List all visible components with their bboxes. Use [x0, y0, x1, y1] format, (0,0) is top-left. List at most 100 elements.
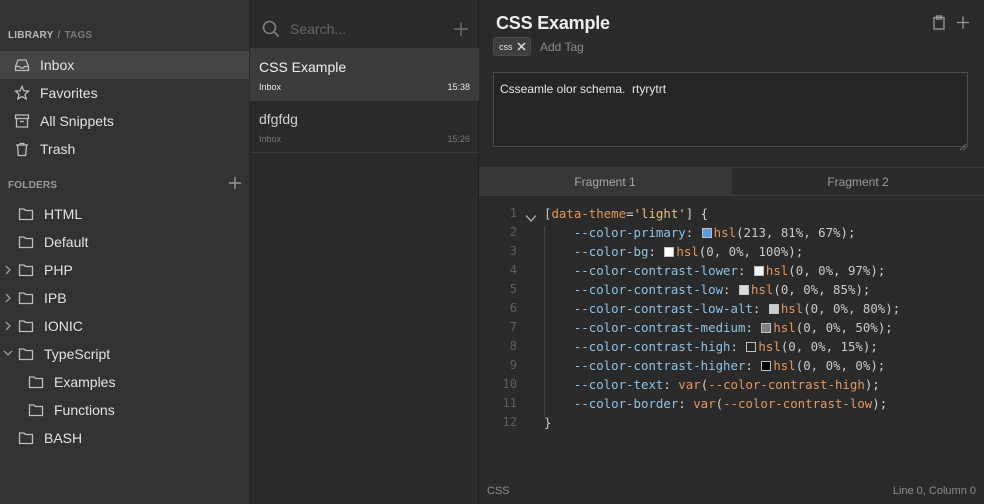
chevron-down-icon[interactable]	[3, 349, 13, 357]
language-indicator[interactable]: CSS	[487, 485, 510, 497]
folder-icon	[28, 374, 44, 390]
code-punct: (	[715, 396, 724, 411]
code-punct: );	[840, 225, 856, 240]
sidebar-item-inbox[interactable]: Inbox	[0, 51, 249, 79]
folder-item-default[interactable]: Default	[0, 228, 249, 256]
code-property: --color-border	[573, 396, 679, 411]
code-text: --color-contrast-higher: hsl(0, 0%, 0%);	[544, 356, 885, 375]
chevron-down-icon[interactable]	[525, 209, 537, 223]
folder-icon	[18, 234, 34, 250]
folder-item-ipb[interactable]: IPB	[0, 284, 249, 312]
sidebar-item-label: Inbox	[40, 57, 75, 73]
add-folder-icon[interactable]	[228, 176, 242, 190]
folder-item-examples[interactable]: Examples	[0, 368, 249, 396]
color-swatch[interactable]	[768, 304, 779, 314]
editor-actions	[932, 15, 970, 35]
folder-icon	[18, 346, 34, 362]
line-number: 10	[502, 377, 517, 391]
code-function: hsl	[780, 301, 804, 316]
folder-label: PHP	[44, 262, 73, 278]
line-number: 7	[509, 320, 517, 334]
color-swatch[interactable]	[761, 323, 772, 333]
add-tag-input[interactable]	[540, 40, 630, 54]
code-args: 0, 0%, 85%	[780, 282, 856, 297]
sidebar: LIBRARY / TAGS Inbox Favorites All Snippet…	[0, 0, 250, 504]
code-function: var	[678, 377, 701, 392]
folder-icon	[18, 430, 34, 446]
code-variable: --color-contrast-low	[723, 396, 873, 411]
code-editor[interactable]: 1 [data-theme='light'] {2 --color-primary…	[479, 204, 984, 444]
close-icon[interactable]	[516, 42, 526, 51]
code-text: [data-theme='light'] {	[544, 204, 708, 223]
chevron-right-icon[interactable]	[4, 293, 12, 303]
inbox-icon	[14, 57, 30, 73]
color-swatch[interactable]	[664, 247, 675, 257]
line-number: 2	[509, 225, 517, 239]
color-swatch[interactable]	[753, 266, 764, 276]
code-property: --color-contrast-high	[573, 339, 731, 354]
code-text: --color-contrast-medium: hsl(0, 0%, 50%)…	[544, 318, 893, 337]
folders-heading: FOLDERS	[8, 180, 58, 191]
tab-fragment-2[interactable]: Fragment 2	[731, 168, 984, 195]
code-punct: :	[663, 377, 679, 392]
sidebar-header: LIBRARY / TAGS	[8, 30, 92, 41]
snippet-list-item[interactable]: CSS Example Inbox 15:38	[250, 49, 479, 101]
sidebar-item-all-snippets[interactable]: All Snippets	[0, 107, 249, 135]
color-swatch[interactable]	[738, 285, 749, 295]
code-punct: );	[885, 301, 901, 316]
code-variable: --color-contrast-high	[708, 377, 865, 392]
add-fragment-icon[interactable]	[956, 15, 970, 35]
folder-item-html[interactable]: HTML	[0, 200, 249, 228]
code-text: --color-border: var(--color-contrast-low…	[544, 394, 887, 413]
search-input[interactable]	[290, 17, 440, 41]
sidebar-item-favorites[interactable]: Favorites	[0, 79, 249, 107]
library-heading[interactable]: LIBRARY	[8, 30, 53, 41]
code-function: var	[693, 396, 716, 411]
color-swatch[interactable]	[701, 228, 712, 238]
color-swatch[interactable]	[761, 361, 772, 371]
line-number: 11	[502, 396, 517, 410]
code-function: hsl	[773, 358, 796, 373]
snippet-list-item[interactable]: dfgfdg Inbox 15:26	[250, 101, 479, 153]
code-punct: }	[544, 415, 552, 430]
description-textarea[interactable]: Csseamle olor schema. rtyrytrt	[493, 72, 968, 147]
trash-icon	[14, 141, 30, 157]
code-punct: ] {	[685, 206, 709, 221]
code-property: --color-contrast-medium	[573, 320, 746, 335]
chevron-right-icon[interactable]	[4, 265, 12, 275]
tags-heading[interactable]: TAGS	[64, 30, 92, 41]
folder-item-bash[interactable]: BASH	[0, 424, 249, 452]
color-swatch[interactable]	[746, 342, 757, 352]
sidebar-item-label: All Snippets	[40, 113, 114, 129]
archive-icon	[14, 113, 30, 129]
folder-item-typescript[interactable]: TypeScript	[0, 340, 249, 368]
resize-handle-icon[interactable]	[959, 138, 967, 151]
snippet-folder: Inbox	[259, 134, 282, 144]
sidebar-item-trash[interactable]: Trash	[0, 135, 249, 163]
code-punct: );	[870, 263, 886, 278]
code-punct: :	[745, 320, 761, 335]
clipboard-icon[interactable]	[932, 15, 946, 35]
tab-fragment-1[interactable]: Fragment 1	[479, 168, 731, 195]
folder-item-ionic[interactable]: IONIC	[0, 312, 249, 340]
line-number: 12	[502, 415, 517, 429]
add-snippet-icon[interactable]	[453, 21, 469, 37]
code-punct: (	[773, 282, 781, 297]
snippet-folder: Inbox	[259, 82, 282, 92]
line-number: 6	[509, 301, 517, 315]
code-punct: :	[685, 225, 701, 240]
code-property: --color-primary	[573, 225, 686, 240]
folder-item-functions[interactable]: Functions	[0, 396, 249, 424]
folder-item-php[interactable]: PHP	[0, 256, 249, 284]
code-punct: );	[877, 320, 893, 335]
code-property: --color-contrast-low	[573, 282, 724, 297]
code-line: 11 --color-border: var(--color-contrast-…	[479, 394, 984, 413]
code-property: --color-bg	[573, 244, 649, 259]
chevron-right-icon[interactable]	[4, 321, 12, 331]
snippet-name[interactable]: CSS Example	[496, 13, 610, 34]
